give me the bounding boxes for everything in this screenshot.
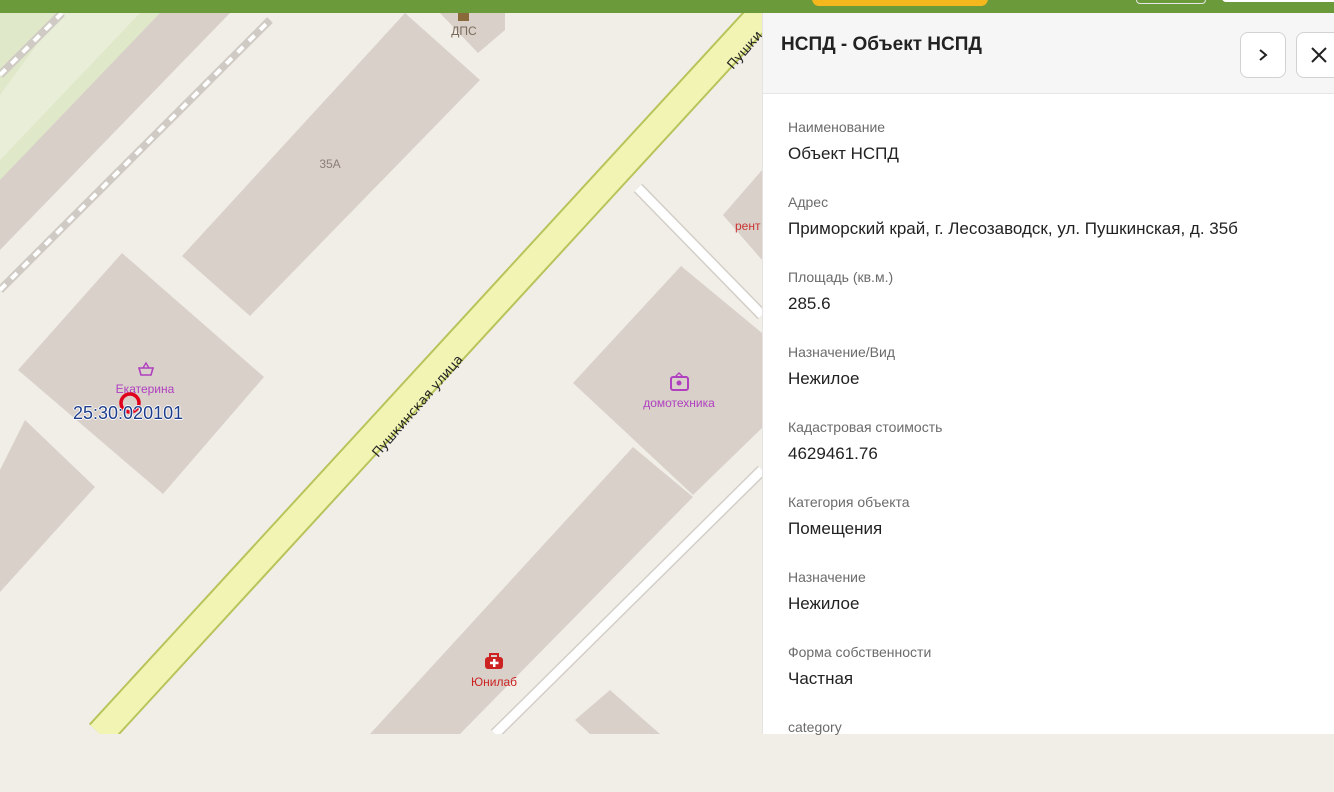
- map-canvas[interactable]: 35А ДПС рент Пушкинская улица Пушки Екат…: [0, 13, 762, 734]
- object-info-panel: НСПД - Объект НСПД Наименование Объект Н…: [762, 13, 1334, 735]
- field-label: Адрес: [788, 194, 829, 210]
- field-category: Категория объекта Помещения: [788, 492, 1238, 567]
- field-name: Наименование Объект НСПД: [788, 117, 1238, 192]
- label-dps: ДПС: [451, 24, 477, 38]
- building-rent: [723, 170, 762, 260]
- field-value: Нежилое: [788, 369, 860, 388]
- field-value: Помещения: [788, 519, 883, 538]
- panel-title: НСПД - Объект НСПД: [781, 34, 982, 55]
- building-bottom: [575, 690, 660, 734]
- field-label: Наименование: [788, 119, 886, 135]
- map-view[interactable]: 35А ДПС рент Пушкинская улица Пушки Екат…: [0, 13, 762, 734]
- close-icon: [1311, 47, 1327, 63]
- label-domotekhnika: домотехника: [643, 396, 715, 410]
- building-left: [0, 420, 95, 592]
- field-value: 4629461.76: [788, 444, 878, 463]
- top-search-field[interactable]: [1222, 0, 1334, 2]
- field-cadastral-cost: Кадастровая стоимость 4629461.76: [788, 417, 1238, 492]
- field-label: Назначение: [788, 569, 866, 585]
- field-address: Адрес Приморский край, г. Лесозаводск, у…: [788, 192, 1238, 267]
- field-purpose-type: Назначение/Вид Нежилое: [788, 342, 1238, 417]
- field-value: Частная: [788, 669, 854, 688]
- field-label: Форма собственности: [788, 644, 932, 660]
- field-value: Нежилое: [788, 594, 860, 613]
- label-rent: рент: [735, 219, 761, 233]
- building-domotekhnika: [573, 266, 762, 495]
- police-icon: [458, 13, 469, 21]
- cadastral-quarter-label: 25:30:020101: [73, 403, 184, 423]
- field-label: category: [788, 719, 842, 735]
- chevron-right-icon: [1259, 49, 1268, 61]
- attribute-list: Наименование Объект НСПД Адрес Приморски…: [788, 117, 1238, 792]
- field-purpose: Назначение Нежилое: [788, 567, 1238, 642]
- field-label: Назначение/Вид: [788, 344, 896, 360]
- field-label: Площадь (кв.м.): [788, 269, 894, 285]
- label-35a: 35А: [319, 157, 340, 171]
- field-ownership: Форма собственности Частная: [788, 642, 1238, 717]
- field-area: Площадь (кв.м.) 285.6: [788, 267, 1238, 342]
- field-label: Кадастровая стоимость: [788, 419, 943, 435]
- field-value: Приморский край, г. Лесозаводск, ул. Пуш…: [788, 219, 1238, 238]
- close-button[interactable]: [1296, 32, 1334, 78]
- top-bar: [0, 0, 1334, 13]
- label-yunilab: Юнилаб: [471, 675, 517, 689]
- next-button[interactable]: [1240, 32, 1286, 78]
- top-action-button[interactable]: [812, 0, 988, 6]
- top-toolbar-button[interactable]: [1136, 0, 1206, 4]
- field-value: Объект НСПД: [788, 144, 899, 163]
- field-category-raw: category: [788, 717, 1238, 792]
- field-value: 285.6: [788, 294, 831, 313]
- panel-header: НСПД - Объект НСПД: [763, 13, 1334, 94]
- field-label: Категория объекта: [788, 494, 910, 510]
